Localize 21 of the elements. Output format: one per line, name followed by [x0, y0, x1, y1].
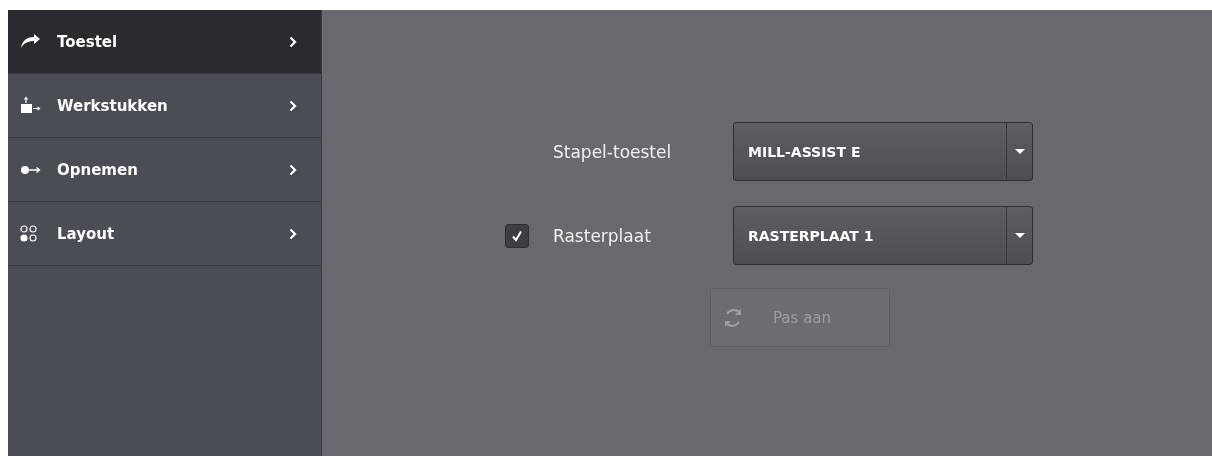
dropdown[interactable]: MILL-ASSIST E	[733, 122, 1033, 181]
sidebar-label: Toestel	[57, 32, 119, 51]
sidebar-item[interactable]: Opnemen	[8, 138, 321, 202]
sidebar-item[interactable]: Toestel	[8, 10, 321, 74]
caret-icon	[1014, 233, 1025, 238]
field-label: Stapel-toestel	[553, 141, 673, 162]
dropdown[interactable]: RASTERPLAAT 1	[733, 206, 1033, 265]
sidebar-label: Werkstukken	[57, 96, 169, 115]
sidebar-item[interactable]: Layout	[8, 202, 321, 266]
chevron-icon	[289, 227, 297, 240]
box-arrows-icon	[19, 96, 41, 115]
sidebar-item[interactable]: Werkstukken	[8, 74, 321, 138]
sidebar-label: Layout	[57, 224, 116, 243]
caret-icon	[1014, 149, 1025, 154]
check-icon	[511, 229, 523, 242]
chevron-icon	[289, 35, 297, 48]
field-label: Rasterplaat	[553, 225, 652, 246]
chevron-icon	[289, 163, 297, 176]
sidebar-label: Opnemen	[57, 160, 139, 179]
checkbox[interactable]	[505, 223, 529, 248]
chevron-icon	[289, 99, 297, 112]
